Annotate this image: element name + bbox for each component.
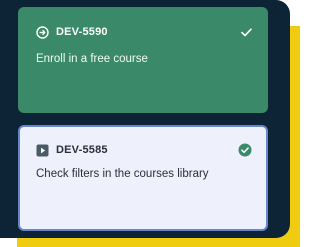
task-card-completed[interactable]: DEV-5590 Enroll in a free course — [18, 7, 268, 113]
play-square-icon — [36, 144, 49, 157]
ticket-id: DEV-5585 — [56, 144, 108, 156]
task-panel: DEV-5590 Enroll in a free course DEV-558… — [0, 0, 290, 238]
checkmark-icon — [241, 27, 252, 37]
ticket-id: DEV-5590 — [56, 26, 108, 38]
enter-circle-icon — [36, 25, 49, 39]
task-board: DEV-5590 Enroll in a free course DEV-558… — [0, 0, 300, 247]
task-title: Enroll in a free course — [36, 53, 148, 65]
check-circle-icon — [238, 143, 252, 157]
task-title: Check filters in the courses library — [36, 168, 209, 180]
task-card-header: DEV-5585 — [36, 141, 252, 159]
task-card-header: DEV-5590 — [36, 23, 252, 41]
task-card-active[interactable]: DEV-5585 Check filters in the courses li… — [18, 125, 268, 231]
